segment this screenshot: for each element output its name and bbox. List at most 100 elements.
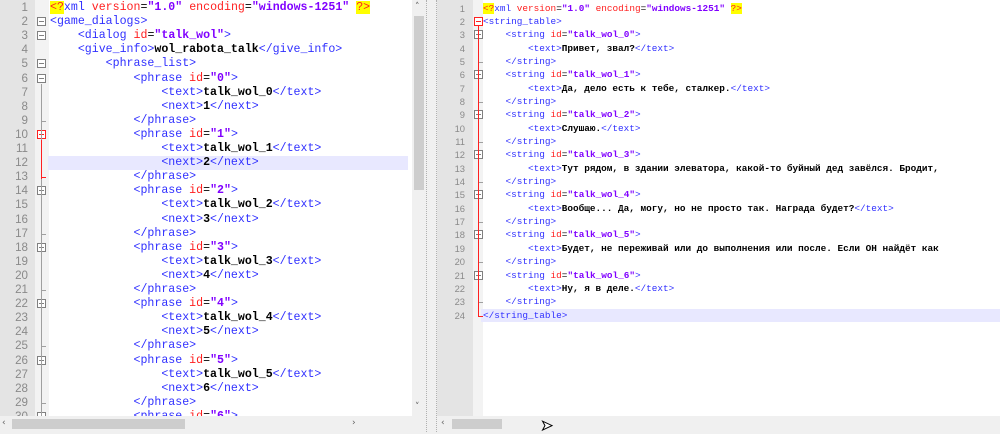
code-line[interactable]: <text>talk_wol_2</text> — [50, 198, 321, 212]
code-line[interactable]: <text>Слушаю.</text> — [483, 122, 641, 135]
code-line[interactable]: <text>Будет, не переживай или до выполне… — [483, 242, 939, 255]
vertical-scrollbar[interactable]: ˄ ˅ — [412, 0, 426, 416]
token-tag: > — [230, 353, 238, 367]
code-line[interactable]: </string_table> — [483, 309, 567, 322]
code-line[interactable]: <next>3</next> — [50, 212, 258, 227]
code-line[interactable]: <next>2</next> — [50, 156, 258, 170]
token-tag: <next> — [161, 212, 204, 226]
code-line[interactable]: <text>Тут рядом, в здании элеватора, как… — [483, 162, 939, 175]
horizontal-scroll-thumb[interactable] — [12, 419, 185, 429]
code-line[interactable]: </string> — [483, 135, 557, 148]
code-line[interactable]: <text>talk_wol_5</text> — [50, 368, 321, 382]
code-line[interactable]: <string id="talk_wol_6"> — [483, 269, 641, 282]
code-line[interactable]: <text>Привет, звал?</text> — [483, 42, 674, 55]
horizontal-scrollbar[interactable]: ‹ — [437, 416, 1000, 432]
code-line[interactable]: <?xml version="1.0" encoding="windows-12… — [50, 1, 371, 15]
line-number: 22 — [454, 282, 465, 294]
horizontal-scrollbar[interactable]: ‹ › — [0, 416, 426, 432]
scroll-left-icon[interactable]: ‹ — [2, 418, 6, 428]
scroll-left-icon[interactable]: ‹ — [441, 418, 445, 428]
code-line[interactable]: <next>4</next> — [50, 269, 258, 283]
line-number: 23 — [454, 296, 465, 308]
code-line[interactable]: </string> — [483, 175, 557, 188]
token-eq — [50, 86, 161, 99]
vertical-scroll-thumb[interactable] — [414, 16, 424, 190]
code-line[interactable]: <phrase id="3"> — [50, 241, 238, 255]
code-line[interactable]: <string id="talk_wol_0"> — [483, 28, 641, 41]
code-line[interactable]: </string> — [483, 55, 557, 68]
pane-splitter[interactable] — [426, 0, 437, 432]
token-tag: </phrase> — [133, 226, 197, 240]
token-tag: <phrase — [133, 184, 190, 198]
code-line[interactable]: <?xml version="1.0" encoding="windows-12… — [483, 2, 742, 15]
code-line[interactable]: <text>Ну, я в деле.</text> — [483, 282, 674, 295]
fold-line — [41, 140, 42, 180]
token-eq — [483, 216, 506, 227]
token-txt: talk_wol_5 — [203, 367, 273, 381]
code-line[interactable]: <text>Да, дело есть к тебе, сталкер.</te… — [483, 82, 770, 95]
code-line[interactable]: </phrase> — [50, 339, 197, 353]
scroll-up-icon[interactable]: ˄ — [415, 2, 420, 12]
code-line[interactable]: </phrase> — [50, 226, 197, 241]
fold-toggle-icon[interactable] — [474, 16, 483, 26]
code-line[interactable]: <string_table> — [483, 15, 562, 28]
code-line[interactable]: <string id="talk_wol_4"> — [483, 188, 641, 201]
fold-toggle-icon[interactable] — [37, 31, 46, 41]
code-line[interactable]: <text>talk_wol_4</text> — [50, 311, 321, 325]
code-line[interactable]: <text>talk_wol_3</text> — [50, 255, 321, 269]
token-eq — [50, 255, 161, 268]
code-line[interactable]: <text>talk_wol_1</text> — [50, 142, 321, 156]
code-line[interactable]: <string id="talk_wol_1"> — [483, 68, 641, 81]
scroll-right-icon[interactable]: › — [352, 418, 356, 428]
editor-pane-right[interactable]: 1 <?xml version="1.0" encoding="windows-1… — [437, 0, 1000, 432]
code-line[interactable]: <string id="talk_wol_3"> — [483, 148, 641, 161]
token-txt: 1 — [203, 99, 211, 113]
code-line[interactable]: </string> — [483, 295, 557, 308]
code-line[interactable]: <phrase id="2"> — [50, 184, 238, 198]
code-line[interactable]: </phrase> — [50, 396, 197, 410]
token-tag: </string> — [505, 136, 557, 147]
token-eq — [50, 57, 106, 70]
fold-toggle-icon[interactable] — [37, 59, 46, 69]
code-line[interactable]: </phrase> — [50, 114, 197, 128]
code-line[interactable]: <phrase id="0"> — [50, 72, 238, 86]
code-line[interactable]: </string> — [483, 255, 557, 268]
token-eq — [483, 283, 528, 294]
code-line[interactable]: <phrase id="1"> — [50, 128, 238, 142]
fold-toggle-icon[interactable] — [37, 17, 46, 27]
code-line[interactable]: <phrase id="5"> — [50, 354, 238, 368]
scroll-down-icon[interactable]: ˅ — [415, 402, 420, 412]
code-line[interactable]: <text>talk_wol_0</text> — [50, 86, 321, 100]
code-line[interactable]: </string> — [483, 215, 557, 228]
code-line[interactable]: <string id="talk_wol_2"> — [483, 108, 641, 121]
line-number: 25 — [15, 339, 28, 353]
token-tag: <text> — [528, 82, 562, 94]
code-line[interactable]: <dialog id="talk_wol"> — [50, 29, 231, 43]
code-line[interactable]: <game_dialogs> — [50, 15, 147, 29]
token-tag: <phrase — [133, 297, 190, 311]
token-tag: </string> — [505, 216, 557, 228]
token-tag: <phrase — [133, 353, 190, 367]
editor-pane-left[interactable]: 1 <?xml version="1.0" encoding="windows-1… — [0, 0, 426, 432]
token-eq — [50, 128, 134, 141]
code-line[interactable]: <next>6</next> — [50, 381, 258, 396]
token-val: "talk_wol" — [154, 29, 224, 43]
token-tag: <next> — [161, 381, 204, 395]
code-line[interactable]: <text>Вообще... Да, могу, но не просто т… — [483, 202, 894, 215]
code-line[interactable]: <next>1</next> — [50, 99, 258, 114]
code-line[interactable]: <phrase id="4"> — [50, 297, 238, 311]
line-number: 9 — [21, 113, 28, 127]
horizontal-scroll-thumb[interactable] — [452, 419, 502, 429]
code-line[interactable]: </phrase> — [50, 283, 197, 297]
code-line[interactable]: <give_info>wol_rabota_talk</give_info> — [50, 43, 342, 57]
fold-toggle-icon[interactable] — [37, 73, 46, 83]
token-eq — [50, 368, 161, 381]
code-line[interactable]: </string> — [483, 95, 557, 108]
code-line[interactable]: <next>5</next> — [50, 325, 258, 339]
token-eq — [50, 29, 78, 42]
code-line[interactable]: <phrase_list> — [50, 57, 196, 71]
token-txt: wol_rabota_talk — [154, 43, 259, 57]
code-line[interactable]: </phrase> — [50, 170, 197, 184]
token-attr: encoding — [189, 1, 245, 14]
code-line[interactable]: <string id="talk_wol_5"> — [483, 228, 641, 241]
